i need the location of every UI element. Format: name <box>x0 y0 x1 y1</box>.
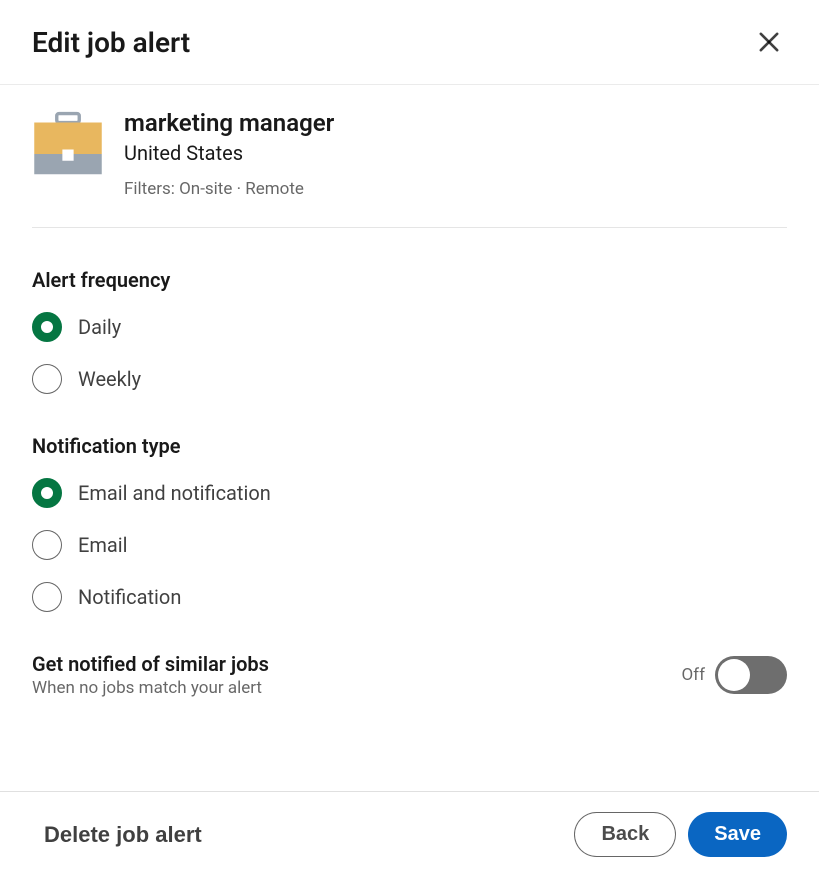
briefcase-icon <box>32 109 104 181</box>
alert-summary: marketing manager United States Filters:… <box>32 109 787 228</box>
close-icon <box>755 28 783 56</box>
radio-label: Notification <box>78 585 181 609</box>
modal-footer: Delete job alert Back Save <box>0 791 819 877</box>
radio-label: Daily <box>78 315 121 339</box>
radio-label: Email <box>78 533 128 557</box>
frequency-option-weekly[interactable]: Weekly <box>32 364 787 394</box>
similar-jobs-subtitle: When no jobs match your alert <box>32 678 269 698</box>
notification-section: Notification type Email and notification… <box>32 434 787 612</box>
similar-jobs-title: Get notified of similar jobs <box>32 652 269 676</box>
radio-label: Weekly <box>78 367 141 391</box>
alert-summary-text: marketing manager United States Filters:… <box>124 109 334 199</box>
similar-jobs-toggle[interactable] <box>715 656 787 694</box>
similar-jobs-row: Get notified of similar jobs When no job… <box>32 652 787 698</box>
notification-option-email[interactable]: Email <box>32 530 787 560</box>
radio-label: Email and notification <box>78 481 271 505</box>
toggle-knob <box>718 659 750 691</box>
alert-location: United States <box>124 141 334 165</box>
similar-jobs-text: Get notified of similar jobs When no job… <box>32 652 269 698</box>
frequency-heading: Alert frequency <box>32 268 787 292</box>
similar-jobs-controls: Off <box>681 656 787 694</box>
frequency-section: Alert frequency Daily Weekly <box>32 268 787 394</box>
notification-option-notification[interactable]: Notification <box>32 582 787 612</box>
toggle-state-label: Off <box>681 665 705 685</box>
radio-selected-icon <box>32 478 62 508</box>
page-title: Edit job alert <box>32 26 190 59</box>
alert-filters: Filters: On-site · Remote <box>124 179 334 199</box>
radio-unselected-icon <box>32 582 62 612</box>
save-button[interactable]: Save <box>688 812 787 857</box>
close-button[interactable] <box>751 24 787 60</box>
alert-title: marketing manager <box>124 109 334 137</box>
notification-heading: Notification type <box>32 434 787 458</box>
frequency-option-daily[interactable]: Daily <box>32 312 787 342</box>
radio-unselected-icon <box>32 364 62 394</box>
footer-actions: Back Save <box>574 812 787 857</box>
radio-unselected-icon <box>32 530 62 560</box>
modal-content: marketing manager United States Filters:… <box>0 85 819 698</box>
modal-header: Edit job alert <box>0 0 819 85</box>
delete-alert-button[interactable]: Delete job alert <box>32 814 214 856</box>
back-button[interactable]: Back <box>574 812 676 857</box>
radio-selected-icon <box>32 312 62 342</box>
notification-option-email-and-notification[interactable]: Email and notification <box>32 478 787 508</box>
